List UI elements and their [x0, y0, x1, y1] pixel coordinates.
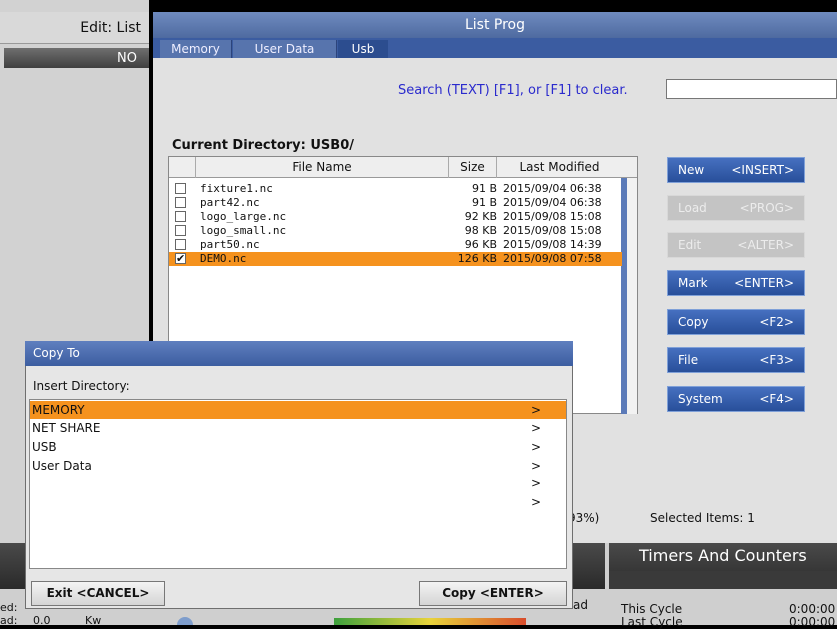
file-name: fixture1.nc [200, 182, 273, 195]
button-label: Copy [678, 315, 709, 329]
chevron-right-icon: > [531, 495, 542, 509]
left-panel-header [0, 543, 25, 589]
table-row[interactable]: logo_large.nc 92 KB 2015/09/08 15:08 [169, 210, 622, 224]
button-label: Load [678, 201, 707, 215]
mid-panel-header [568, 543, 605, 589]
file-button[interactable]: File <F3> [667, 347, 805, 373]
button-label: Mark [678, 276, 708, 290]
left-ad-label: ad: [0, 614, 18, 627]
table-row-selected[interactable]: ✔ DEMO.nc 126 KB 2015/09/08 07:58 [169, 252, 622, 266]
button-label: Edit [678, 238, 702, 252]
power-value: 0.0 [33, 614, 51, 627]
tab-user-data[interactable]: User Data [233, 40, 337, 58]
button-key: <F3> [759, 353, 794, 367]
power-unit: Kw [85, 614, 102, 627]
table-row[interactable]: fixture1.nc 91 B 2015/09/04 06:38 [169, 182, 622, 196]
last-cycle-label: Last Cycle [621, 615, 683, 629]
column-header-size[interactable]: Size [448, 157, 496, 178]
button-key: <PROG> [739, 201, 794, 215]
directory-label: User Data [32, 459, 92, 473]
file-modified: 2015/09/04 06:38 [503, 182, 602, 195]
directory-item-user-data[interactable]: User Data > [30, 457, 566, 475]
edit-list-title: Edit: List [0, 12, 149, 44]
new-button[interactable]: New <INSERT> [667, 157, 805, 183]
checkbox-column-header [169, 157, 195, 178]
button-key: <F2> [759, 315, 794, 329]
window-title: List Prog [153, 12, 837, 38]
current-directory: Current Directory: USB0/ [172, 138, 354, 153]
chevron-right-icon: > [531, 476, 542, 490]
file-modified: 2015/09/08 07:58 [503, 252, 602, 265]
file-modified: 2015/09/08 14:39 [503, 238, 602, 251]
exit-button[interactable]: Exit <CANCEL> [31, 581, 165, 606]
table-row[interactable]: part50.nc 96 KB 2015/09/08 14:39 [169, 238, 622, 252]
file-size: 126 KB [457, 252, 497, 265]
this-cycle-value: 0:00:00 [789, 602, 836, 616]
directory-item-usb[interactable]: USB > [30, 438, 566, 456]
tab-usb[interactable]: Usb [338, 40, 388, 58]
mark-button[interactable]: Mark <ENTER> [667, 270, 805, 296]
table-row[interactable]: logo_small.nc 98 KB 2015/09/08 15:08 [169, 224, 622, 238]
chevron-right-icon: > [531, 403, 542, 417]
file-modified: 2015/09/04 06:38 [503, 196, 602, 209]
file-size: 91 B [471, 196, 497, 209]
search-input[interactable] [666, 79, 837, 99]
directory-label: MEMORY [32, 403, 85, 417]
file-size: 98 KB [464, 224, 497, 237]
chevron-right-icon: > [531, 421, 542, 435]
file-size: 96 KB [464, 238, 497, 251]
file-modified: 2015/09/08 15:08 [503, 210, 602, 223]
copy-button[interactable]: Copy <ENTER> [419, 581, 567, 606]
system-button[interactable]: System <F4> [667, 386, 805, 412]
row-checkbox[interactable] [175, 197, 186, 208]
button-key: <INSERT> [731, 163, 794, 177]
copy-side-button[interactable]: Copy <F2> [667, 309, 805, 335]
column-header-file-name[interactable]: File Name [195, 157, 448, 178]
selected-items-count: Selected Items: 1 [650, 511, 755, 525]
last-cycle-value: 0:00:00 [789, 615, 836, 629]
no-indicator: NO [4, 48, 149, 68]
row-checkbox[interactable] [175, 225, 186, 236]
file-size: 91 B [471, 182, 497, 195]
button-label: New [678, 163, 705, 177]
ad-label: ad [573, 598, 588, 612]
load-bar-graph [334, 618, 526, 625]
button-key: <ALTER> [737, 238, 794, 252]
button-label: System [678, 392, 723, 406]
directory-item-net-share[interactable]: NET SHARE > [30, 419, 566, 437]
this-cycle-label: This Cycle [621, 602, 683, 616]
table-row[interactable]: part42.nc 91 B 2015/09/04 06:38 [169, 196, 622, 210]
row-checkbox[interactable]: ✔ [175, 253, 186, 264]
file-size: 92 KB [464, 210, 497, 223]
button-label: File [678, 353, 699, 367]
edit-button[interactable]: Edit <ALTER> [667, 232, 805, 258]
row-checkbox[interactable] [175, 211, 186, 222]
file-name: logo_large.nc [200, 210, 287, 223]
button-key: <ENTER> [734, 276, 794, 290]
load-button[interactable]: Load <PROG> [667, 195, 805, 221]
row-checkbox[interactable] [175, 239, 186, 250]
column-header-last-modified[interactable]: Last Modified [496, 157, 622, 178]
insert-directory-label: Insert Directory: [33, 379, 130, 393]
left-ed-label: ed: [0, 601, 18, 614]
row-checkbox[interactable] [175, 183, 186, 194]
file-name: part50.nc [200, 238, 260, 251]
file-name: DEMO.nc [200, 252, 247, 265]
timers-subheader [609, 571, 837, 589]
chevron-right-icon: > [531, 440, 542, 454]
directory-item-memory[interactable]: MEMORY > [30, 401, 566, 419]
directory-label: USB [32, 440, 57, 454]
search-hint: Search (TEXT) [F1], or [F1] to clear. [398, 83, 628, 98]
chevron-right-icon: > [531, 459, 542, 473]
file-name: logo_small.nc [200, 224, 287, 237]
button-key: <F4> [759, 392, 794, 406]
directory-label: NET SHARE [32, 421, 101, 435]
file-modified: 2015/09/08 15:08 [503, 224, 602, 237]
dialog-title: Copy To [25, 341, 573, 366]
tab-memory[interactable]: Memory [160, 40, 232, 58]
file-name: part42.nc [200, 196, 260, 209]
